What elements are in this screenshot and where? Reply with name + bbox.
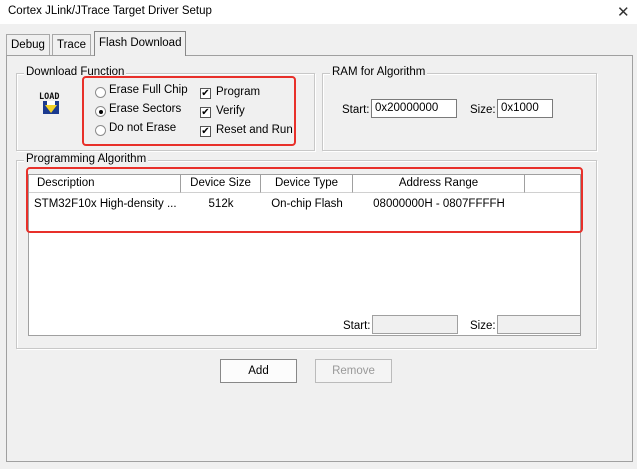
ram-size-input[interactable]: 0x1000 [497,99,553,118]
close-icon[interactable]: ✕ [617,3,630,21]
remove-button[interactable]: Remove [315,359,392,383]
load-icon-text: LOAD [39,92,59,102]
ram-for-algorithm-legend: RAM for Algorithm [330,66,428,78]
highlight-box-download-options [82,76,296,146]
load-icon: LOAD [37,90,67,116]
algorithm-start-label: Start: [343,320,371,332]
algorithm-size-input[interactable] [497,315,581,334]
algorithm-size-label: Size: [470,320,496,332]
highlight-box-algorithm-row [26,167,583,233]
tab-trace[interactable]: Trace [52,34,91,55]
ram-start-input[interactable]: 0x20000000 [371,99,457,118]
ram-size-label: Size: [470,104,496,116]
window-title: Cortex JLink/JTrace Target Driver Setup [8,5,212,17]
programming-algorithm-legend: Programming Algorithm [24,153,149,165]
ram-start-label: Start: [342,104,370,116]
algorithm-start-input[interactable] [372,315,458,334]
add-button[interactable]: Add [220,359,297,383]
tab-debug[interactable]: Debug [6,34,50,55]
tab-flash-download[interactable]: Flash Download [94,31,187,56]
